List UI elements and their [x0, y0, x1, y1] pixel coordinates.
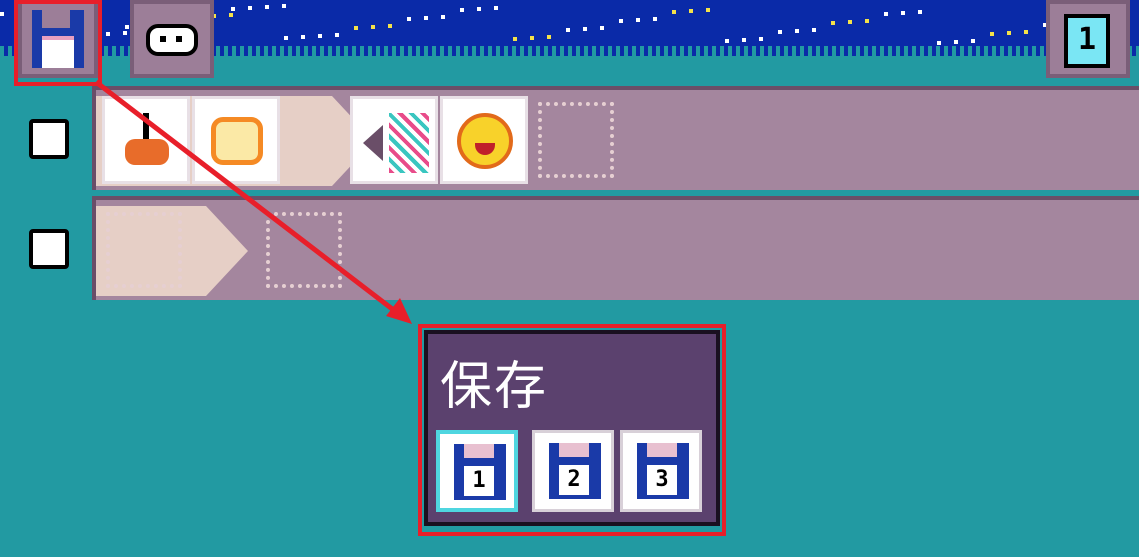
slot-number: 1	[464, 466, 494, 496]
save-slot-2[interactable]: 2	[532, 430, 614, 512]
save-dialog: 保存 1 2 3	[424, 330, 720, 526]
dialog-title: 保存	[440, 357, 549, 417]
floppy-disk-icon: 3	[637, 443, 689, 499]
floppy-disk-icon: 2	[549, 443, 601, 499]
floppy-disk-icon: 1	[454, 444, 506, 500]
slot-number: 2	[559, 465, 589, 495]
slot-number: 3	[647, 465, 677, 495]
save-slot-3[interactable]: 3	[620, 430, 702, 512]
save-slot-1[interactable]: 1	[436, 430, 518, 512]
